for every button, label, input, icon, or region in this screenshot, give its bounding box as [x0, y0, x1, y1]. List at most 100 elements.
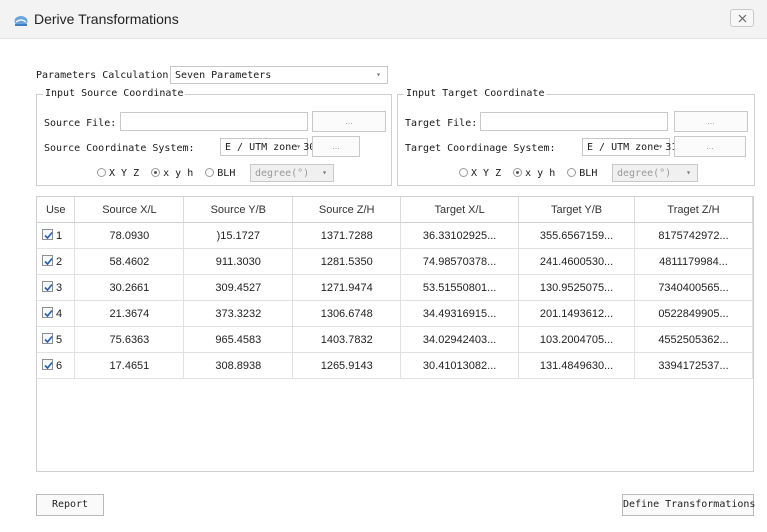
- target-y-cell[interactable]: 130.9525075...: [518, 274, 635, 301]
- target-file-input[interactable]: [480, 112, 668, 131]
- column-header-target-z[interactable]: Traget Z/H: [634, 197, 753, 223]
- use-cell[interactable]: 6: [37, 352, 76, 379]
- use-checkbox[interactable]: [42, 333, 53, 344]
- source-radio-xyz[interactable]: X Y Z: [97, 168, 139, 179]
- chevron-down-icon: ▾: [296, 142, 301, 151]
- target-y-cell[interactable]: 241.4600530...: [518, 248, 635, 275]
- use-cell[interactable]: 2: [37, 248, 76, 275]
- target-cs-value: E / UTM zone 31N: [587, 142, 684, 153]
- params-select[interactable]: Seven Parameters ▾: [170, 66, 388, 84]
- radio-label: x y h: [525, 168, 556, 179]
- source-cs-browse-button[interactable]: ...: [312, 136, 360, 157]
- use-checkbox[interactable]: [42, 307, 53, 318]
- source-group-title: Input Source Coordinate: [43, 88, 186, 99]
- use-checkbox[interactable]: [42, 359, 53, 370]
- target-x-cell[interactable]: 30.41013082...: [400, 352, 520, 379]
- use-checkbox[interactable]: [42, 229, 53, 240]
- target-z-cell[interactable]: 3394172537...: [634, 352, 753, 379]
- target-radio-blh[interactable]: BLH: [567, 168, 597, 179]
- source-radio-xyh[interactable]: x y h: [151, 168, 193, 179]
- chevron-down-icon: ▾: [686, 168, 691, 177]
- target-x-cell[interactable]: 74.98570378...: [400, 248, 520, 275]
- target-y-cell[interactable]: 201.1493612...: [518, 300, 635, 327]
- target-y-cell[interactable]: 103.2004705...: [518, 326, 635, 353]
- target-radio-xyz[interactable]: X Y Z: [459, 168, 501, 179]
- target-x-cell[interactable]: 34.49316915...: [400, 300, 520, 327]
- row-number: 3: [56, 282, 63, 294]
- table-row[interactable]: 5 75.6363 965.4583 1403.7832 34.02942403... 1…: [37, 326, 753, 353]
- radio-label: X Y Z: [109, 168, 140, 179]
- radio-label: BLH: [579, 168, 598, 179]
- source-cs-select[interactable]: E / UTM zone 30N ▾: [220, 138, 321, 156]
- source-x-cell[interactable]: 58.4602: [74, 248, 185, 275]
- table-row[interactable]: 1 78.0930)15.1727 1371.7288 36.33102925... 3…: [37, 222, 753, 249]
- source-file-input[interactable]: [120, 112, 308, 131]
- column-header-target-y[interactable]: Target Y/B: [518, 197, 635, 223]
- target-x-cell[interactable]: 53.51550801...: [400, 274, 520, 301]
- source-y-cell[interactable]: 911.3030: [183, 248, 294, 275]
- source-x-cell[interactable]: 78.0930: [74, 222, 185, 249]
- source-z-cell[interactable]: 1271.9474: [292, 274, 402, 301]
- use-cell[interactable]: 4: [37, 300, 76, 327]
- define-transformations-button[interactable]: Define Transformations: [622, 494, 755, 516]
- target-z-cell[interactable]: 0522849905...: [634, 300, 753, 327]
- use-cell[interactable]: 1: [37, 222, 76, 249]
- source-z-cell[interactable]: 1281.5350: [292, 248, 402, 275]
- source-z-cell[interactable]: 1371.7288: [292, 222, 402, 249]
- checkmark-icon: [44, 283, 53, 292]
- checkmark-icon: [44, 361, 53, 370]
- table-row[interactable]: 6 17.4651 308.8938 1265.9143 30.41013082... 1…: [37, 352, 753, 379]
- target-file-browse-button[interactable]: ...: [674, 111, 748, 132]
- source-x-cell[interactable]: 21.3674: [74, 300, 185, 327]
- target-z-cell[interactable]: 4552505362...: [634, 326, 753, 353]
- source-x-cell[interactable]: 75.6363: [74, 326, 185, 353]
- target-radio-xyh[interactable]: x y h: [513, 168, 555, 179]
- source-unit-value: degree(°): [255, 168, 310, 179]
- radio-selected-icon: [151, 168, 161, 177]
- table-row[interactable]: 2 58.4602 911.3030 1281.5350 74.98570378... 2…: [37, 248, 753, 275]
- target-cs-browse-button[interactable]: ...: [674, 136, 746, 157]
- source-y-cell[interactable]: 308.8938: [183, 352, 294, 379]
- source-x-cell[interactable]: 17.4651: [74, 352, 185, 379]
- column-header-source-y[interactable]: Source Y/B: [183, 197, 294, 223]
- source-y-cell[interactable]: 373.3232: [183, 300, 294, 327]
- source-y-cell[interactable]: )15.1727: [183, 222, 294, 249]
- table-row[interactable]: 4 21.3674 373.3232 1306.6748 34.49316915... 2…: [37, 300, 753, 327]
- target-z-cell[interactable]: 8175742972...: [634, 222, 753, 249]
- column-header-source-z[interactable]: Source Z/H: [292, 197, 402, 223]
- use-checkbox[interactable]: [42, 255, 53, 266]
- source-y-cell[interactable]: 309.4527: [183, 274, 294, 301]
- target-x-cell[interactable]: 36.33102925...: [400, 222, 520, 249]
- source-x-cell[interactable]: 30.2661: [74, 274, 185, 301]
- use-cell[interactable]: 3: [37, 274, 76, 301]
- checkmark-icon: [44, 257, 53, 266]
- target-unit-select: degree(°) ▾: [612, 164, 698, 182]
- column-header-use[interactable]: Use: [37, 197, 76, 223]
- column-header-target-x[interactable]: Target X/L: [400, 197, 520, 223]
- target-y-cell[interactable]: 355.6567159...: [518, 222, 635, 249]
- row-number: 2: [56, 256, 63, 268]
- radio-icon: [567, 168, 577, 177]
- source-z-cell[interactable]: 1403.7832: [292, 326, 402, 353]
- use-checkbox[interactable]: [42, 281, 53, 292]
- source-cs-label: Source Coordinate System:: [44, 143, 195, 154]
- source-z-cell[interactable]: 1306.6748: [292, 300, 402, 327]
- use-cell[interactable]: 5: [37, 326, 76, 353]
- source-file-browse-button[interactable]: ...: [312, 111, 386, 132]
- target-file-label: Target File:: [405, 118, 478, 129]
- source-radio-blh[interactable]: BLH: [205, 168, 235, 179]
- target-x-cell[interactable]: 34.02942403...: [400, 326, 520, 353]
- source-z-cell[interactable]: 1265.9143: [292, 352, 402, 379]
- target-cs-select[interactable]: E / UTM zone 31N ▾: [582, 138, 683, 156]
- radio-icon: [459, 168, 468, 177]
- row-number: 1: [56, 230, 63, 242]
- target-z-cell[interactable]: 4811179984...: [634, 248, 753, 275]
- column-header-source-x[interactable]: Source X/L: [74, 197, 185, 223]
- close-button[interactable]: [730, 9, 754, 27]
- target-y-cell[interactable]: 131.4849630...: [518, 352, 635, 379]
- report-button[interactable]: Report: [36, 494, 104, 516]
- target-z-cell[interactable]: 7340400565...: [634, 274, 753, 301]
- table-row[interactable]: 3 30.2661 309.4527 1271.9474 53.51550801... 1…: [37, 274, 753, 301]
- coordinates-table[interactable]: Use Source X/L Source Y/B Source Z/H Tar…: [36, 196, 754, 472]
- source-y-cell[interactable]: 965.4583: [183, 326, 294, 353]
